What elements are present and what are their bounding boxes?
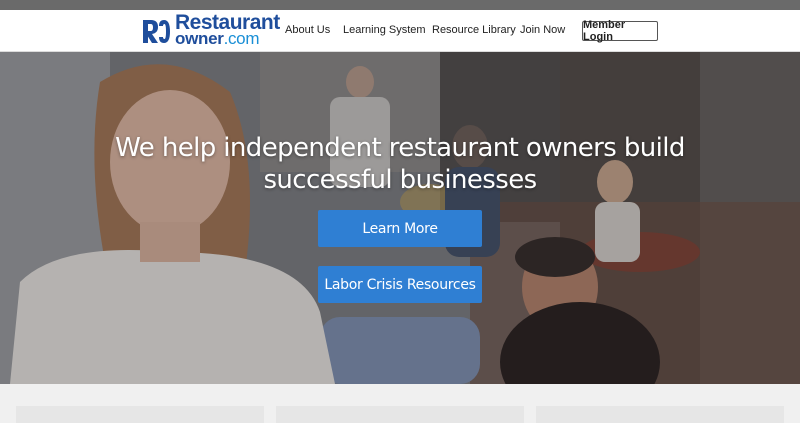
site-header: Restaurant owner.com About Us Learning S… (0, 10, 800, 52)
nav-about-us[interactable]: About Us (285, 24, 330, 36)
feature-card[interactable] (536, 406, 784, 423)
feature-card[interactable] (16, 406, 264, 423)
logo-owner-text: owner (175, 29, 224, 48)
logo-tld-text: .com (223, 29, 260, 48)
hero-section: We help independent restaurant owners bu… (0, 52, 800, 384)
feature-card[interactable] (276, 406, 524, 423)
nav-resource-library[interactable]: Resource Library (432, 24, 516, 36)
nav-learning-system[interactable]: Learning System (343, 24, 426, 36)
labor-crisis-resources-button[interactable]: Labor Crisis Resources (318, 266, 482, 303)
ro-logo-mark-icon (143, 20, 170, 43)
member-login-button[interactable]: Member Login (582, 19, 658, 43)
hero-headline: We help independent restaurant owners bu… (115, 133, 685, 195)
feature-cards-row (0, 384, 800, 423)
top-strip (0, 0, 800, 10)
logo-wordmark-line2: owner.com (175, 29, 260, 49)
nav-join-now[interactable]: Join Now (520, 24, 565, 36)
learn-more-button[interactable]: Learn More (318, 210, 482, 247)
